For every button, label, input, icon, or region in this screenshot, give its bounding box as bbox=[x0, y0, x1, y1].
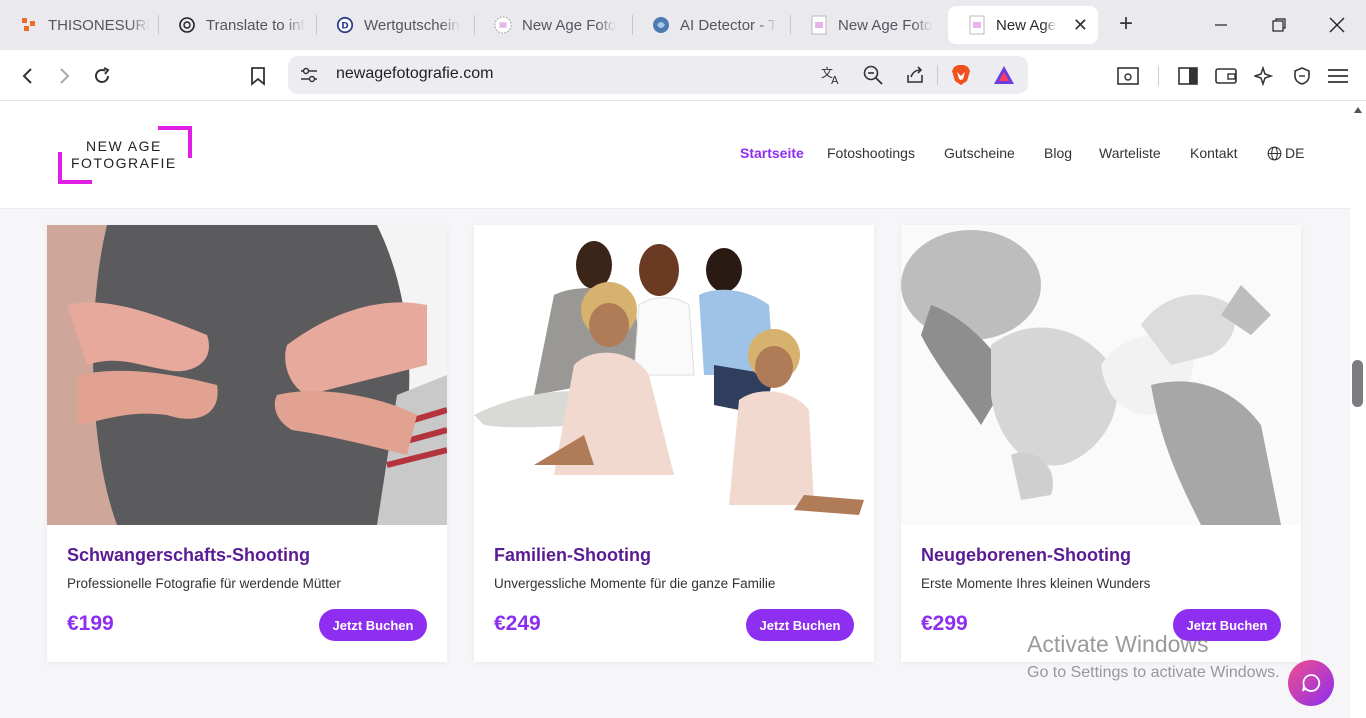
card-price: €199 bbox=[67, 612, 114, 635]
svg-text:A: A bbox=[831, 74, 839, 85]
card-description: Unvergessliche Momente für die ganze Fam… bbox=[494, 576, 776, 591]
app-grid-icon bbox=[20, 16, 38, 34]
new-tab-button[interactable]: + bbox=[1112, 10, 1140, 38]
tab-strip: THISONESURE Translate to inf D Wertgutsc… bbox=[0, 0, 1366, 50]
tab-newage-active[interactable]: New Age ✕ bbox=[948, 6, 1098, 44]
card-photo-family bbox=[474, 225, 874, 525]
tab-thisonesure[interactable]: THISONESURE bbox=[0, 6, 160, 44]
brave-shields-icon[interactable] bbox=[948, 62, 974, 88]
nav-fotoshootings[interactable]: Fotoshootings bbox=[827, 145, 915, 161]
chat-bubble-icon bbox=[1302, 674, 1321, 692]
windows-activation-subtitle: Go to Settings to activate Windows. bbox=[1027, 664, 1280, 681]
nav-blog[interactable]: Blog bbox=[1044, 145, 1072, 161]
card-photo-newborn bbox=[901, 225, 1301, 525]
svg-text:D: D bbox=[341, 22, 348, 32]
nav-kontakt[interactable]: Kontakt bbox=[1190, 145, 1237, 161]
nav-gutscheine[interactable]: Gutscheine bbox=[944, 145, 1015, 161]
brave-rewards-icon[interactable] bbox=[991, 62, 1017, 88]
menu-icon[interactable] bbox=[1322, 60, 1354, 92]
site-logo[interactable]: NEW AGE FOTOGRAFIE bbox=[58, 126, 192, 184]
tab-translate[interactable]: Translate to inf bbox=[158, 6, 316, 44]
nav-startseite[interactable]: Startseite bbox=[740, 145, 804, 161]
card-description: Erste Momente Ihres kleinen Wunders bbox=[921, 576, 1151, 591]
card-photo-maternity bbox=[47, 225, 447, 525]
globe-icon bbox=[1267, 146, 1282, 160]
urlbar-separator bbox=[937, 65, 938, 85]
card-title: Familien-Shooting bbox=[494, 545, 651, 565]
card-title: Schwangerschafts-Shooting bbox=[67, 545, 311, 565]
chat-widget-button[interactable] bbox=[1288, 660, 1334, 706]
tab-newage-2[interactable]: New Age Foto bbox=[790, 6, 948, 44]
nav-warteliste[interactable]: Warteliste bbox=[1099, 145, 1161, 161]
sidebar-toggle-icon[interactable] bbox=[1172, 60, 1204, 92]
url-text[interactable]: newagefotografie.com bbox=[336, 65, 493, 83]
windows-activation-title: Activate Windows bbox=[1027, 631, 1209, 657]
card-price: €249 bbox=[494, 612, 541, 635]
leo-ai-icon[interactable] bbox=[1248, 60, 1280, 92]
translate-icon[interactable]: 文A bbox=[818, 62, 844, 88]
shooting-card: Neugeborenen-Shooting Erste Momente Ihre… bbox=[901, 225, 1301, 662]
logo-text-line1: NEW AGE bbox=[86, 138, 162, 154]
language-label: DE bbox=[1285, 145, 1305, 161]
tab-label: Wertgutschein bbox=[364, 16, 460, 34]
brain-icon bbox=[652, 16, 670, 34]
tab-label: THISONESURE bbox=[48, 16, 150, 34]
address-bar[interactable]: newagefotografie.com 文A bbox=[288, 56, 1028, 94]
site-favicon-icon bbox=[968, 15, 986, 35]
card-title: Neugeborenen-Shooting bbox=[921, 545, 1131, 565]
web-page: NEW AGE FOTOGRAFIE Startseite Fotoshooti… bbox=[0, 101, 1350, 718]
scrollbar-thumb[interactable] bbox=[1352, 360, 1363, 407]
logo-bracket bbox=[158, 126, 192, 158]
tab-label: New Age Foto bbox=[838, 16, 933, 34]
tab-ai-detector[interactable]: AI Detector - T bbox=[632, 6, 790, 44]
page-scrollbar[interactable] bbox=[1350, 101, 1366, 718]
toolbar-separator bbox=[1158, 66, 1159, 86]
logo-text-line2: FOTOGRAFIE bbox=[71, 155, 177, 171]
minimize-icon[interactable] bbox=[1192, 0, 1250, 50]
site-header: NEW AGE FOTOGRAFIE Startseite Fotoshooti… bbox=[0, 101, 1350, 209]
book-now-button[interactable]: Jetzt Buchen bbox=[746, 609, 854, 641]
shooting-card: Schwangerschafts-Shooting Professionelle… bbox=[47, 225, 447, 662]
tab-label: New Age bbox=[996, 16, 1057, 34]
tab-label: New Age Foto bbox=[522, 16, 617, 34]
back-arrow-icon[interactable] bbox=[12, 60, 44, 92]
reload-icon[interactable] bbox=[86, 60, 118, 92]
share-icon[interactable] bbox=[902, 62, 928, 88]
language-switcher[interactable]: DE bbox=[1267, 145, 1304, 161]
vpn-shield-icon[interactable] bbox=[1286, 60, 1318, 92]
forward-arrow-icon[interactable] bbox=[48, 60, 80, 92]
shooting-card: Familien-Shooting Unvergessliche Momente… bbox=[474, 225, 874, 662]
close-window-icon[interactable] bbox=[1308, 0, 1366, 50]
reader-view-icon[interactable] bbox=[1112, 60, 1144, 92]
site-settings-icon[interactable] bbox=[296, 62, 322, 88]
site-favicon-icon bbox=[810, 15, 828, 35]
book-now-button[interactable]: Jetzt Buchen bbox=[319, 609, 427, 641]
zoom-icon[interactable] bbox=[860, 62, 886, 88]
close-tab-icon[interactable]: ✕ bbox=[1063, 15, 1088, 36]
tab-newage-1[interactable]: New Age Foto bbox=[474, 6, 632, 44]
card-price: €299 bbox=[921, 612, 968, 635]
wallet-icon[interactable] bbox=[1210, 60, 1242, 92]
restore-icon[interactable] bbox=[1250, 0, 1308, 50]
site-favicon-icon bbox=[494, 16, 512, 34]
scroll-up-arrow-icon[interactable] bbox=[1354, 107, 1362, 113]
tab-wertgutschein[interactable]: D Wertgutschein bbox=[316, 6, 474, 44]
tab-label: AI Detector - T bbox=[680, 16, 778, 34]
bookmark-icon[interactable] bbox=[242, 60, 274, 92]
chatgpt-icon bbox=[178, 16, 196, 34]
d-logo-icon: D bbox=[336, 16, 354, 34]
tab-label: Translate to inf bbox=[206, 16, 305, 34]
card-description: Professionelle Fotografie für werdende M… bbox=[67, 576, 341, 591]
